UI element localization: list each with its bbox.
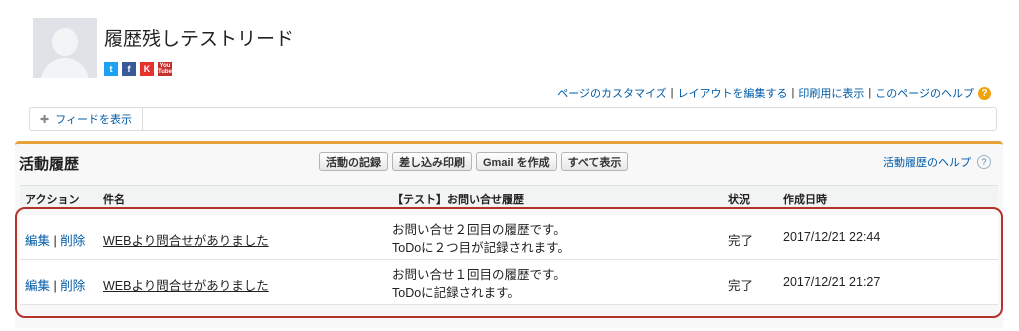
social-links: t f K You Tube — [104, 62, 172, 76]
activity-buttons: 活動の記録 差し込み印刷 Gmail を作成 すべて表示 — [319, 152, 629, 171]
customize-page-link[interactable]: ページのカスタマイズ — [557, 85, 666, 101]
created-date: 2017/12/21 22:44 — [783, 230, 881, 244]
description-line: ToDoに２つ目が記録されます。 — [392, 241, 570, 255]
description-line: ToDoに記録されます。 — [392, 286, 520, 300]
column-header-history[interactable]: 【テスト】お問い合せ履歴 — [392, 191, 524, 207]
activity-help: 活動履歴のヘルプ ? — [883, 154, 991, 170]
youtube-icon[interactable]: You Tube — [158, 62, 172, 76]
delete-link[interactable]: 削除 — [60, 279, 85, 293]
delete-link[interactable]: 削除 — [60, 234, 85, 248]
help-icon[interactable]: ? — [978, 86, 991, 100]
show-feed-button[interactable]: ✚ フィードを表示 — [30, 108, 143, 130]
column-header-created[interactable]: 作成日時 — [783, 191, 827, 207]
row-actions: 編集 | 削除 — [25, 234, 86, 248]
klout-icon[interactable]: K — [140, 62, 154, 76]
feed-bar: ✚ フィードを表示 — [29, 107, 997, 131]
activity-help-link[interactable]: 活動履歴のヘルプ — [883, 154, 971, 170]
show-feed-label: フィードを表示 — [55, 114, 132, 126]
record-avatar — [33, 18, 97, 78]
mail-merge-button[interactable]: 差し込み印刷 — [392, 152, 472, 171]
table-header: アクション 件名 【テスト】お問い合せ履歴 状況 作成日時 — [20, 185, 998, 209]
status-value: 完了 — [728, 279, 754, 293]
twitter-icon[interactable]: t — [104, 62, 118, 76]
history-description: お問い合せ１回目の履歴です。 ToDoに記録されます。 — [392, 266, 566, 302]
row-actions: 編集 | 削除 — [25, 279, 86, 293]
log-activity-button[interactable]: 活動の記録 — [319, 152, 388, 171]
subject-link[interactable]: WEBより問合せがありました — [103, 230, 269, 249]
table-row: 編集 | 削除 WEBより問合せがありました お問い合せ２回目の履歴です。 To… — [20, 215, 998, 260]
page-help-link[interactable]: このページのヘルプ — [875, 85, 974, 101]
help-icon[interactable]: ? — [977, 155, 991, 169]
column-header-subject[interactable]: 件名 — [103, 191, 125, 207]
page-links: ページのカスタマイズ | レイアウトを編集する | 印刷用に表示 | このページ… — [557, 85, 991, 101]
history-description: お問い合せ２回目の履歴です。 ToDoに２つ目が記録されます。 — [392, 221, 570, 257]
activity-history-panel: 活動履歴 活動の記録 差し込み印刷 Gmail を作成 すべて表示 活動履歴のヘ… — [15, 141, 1003, 328]
created-date: 2017/12/21 21:27 — [783, 275, 881, 289]
compose-gmail-button[interactable]: Gmail を作成 — [476, 152, 557, 171]
status-value: 完了 — [728, 234, 754, 248]
edit-layout-link[interactable]: レイアウトを編集する — [678, 85, 788, 101]
view-all-button[interactable]: すべて表示 — [560, 152, 629, 171]
record-title: 履歴残しテストリード — [104, 29, 295, 50]
printable-view-link[interactable]: 印刷用に表示 — [798, 85, 864, 101]
description-line: お問い合せ１回目の履歴です。 — [392, 268, 566, 282]
facebook-icon[interactable]: f — [122, 62, 136, 76]
edit-link[interactable]: 編集 — [25, 279, 50, 293]
column-header-status[interactable]: 状況 — [728, 191, 750, 207]
column-header-action: アクション — [25, 194, 80, 206]
feed-icon: ✚ — [40, 113, 50, 126]
subject-link[interactable]: WEBより問合せがありました — [103, 275, 269, 294]
activity-history-title: 活動履歴 — [19, 156, 80, 173]
description-line: お問い合せ２回目の履歴です。 — [392, 223, 566, 237]
edit-link[interactable]: 編集 — [25, 234, 50, 248]
table-row: 編集 | 削除 WEBより問合せがありました お問い合せ１回目の履歴です。 To… — [20, 260, 998, 305]
